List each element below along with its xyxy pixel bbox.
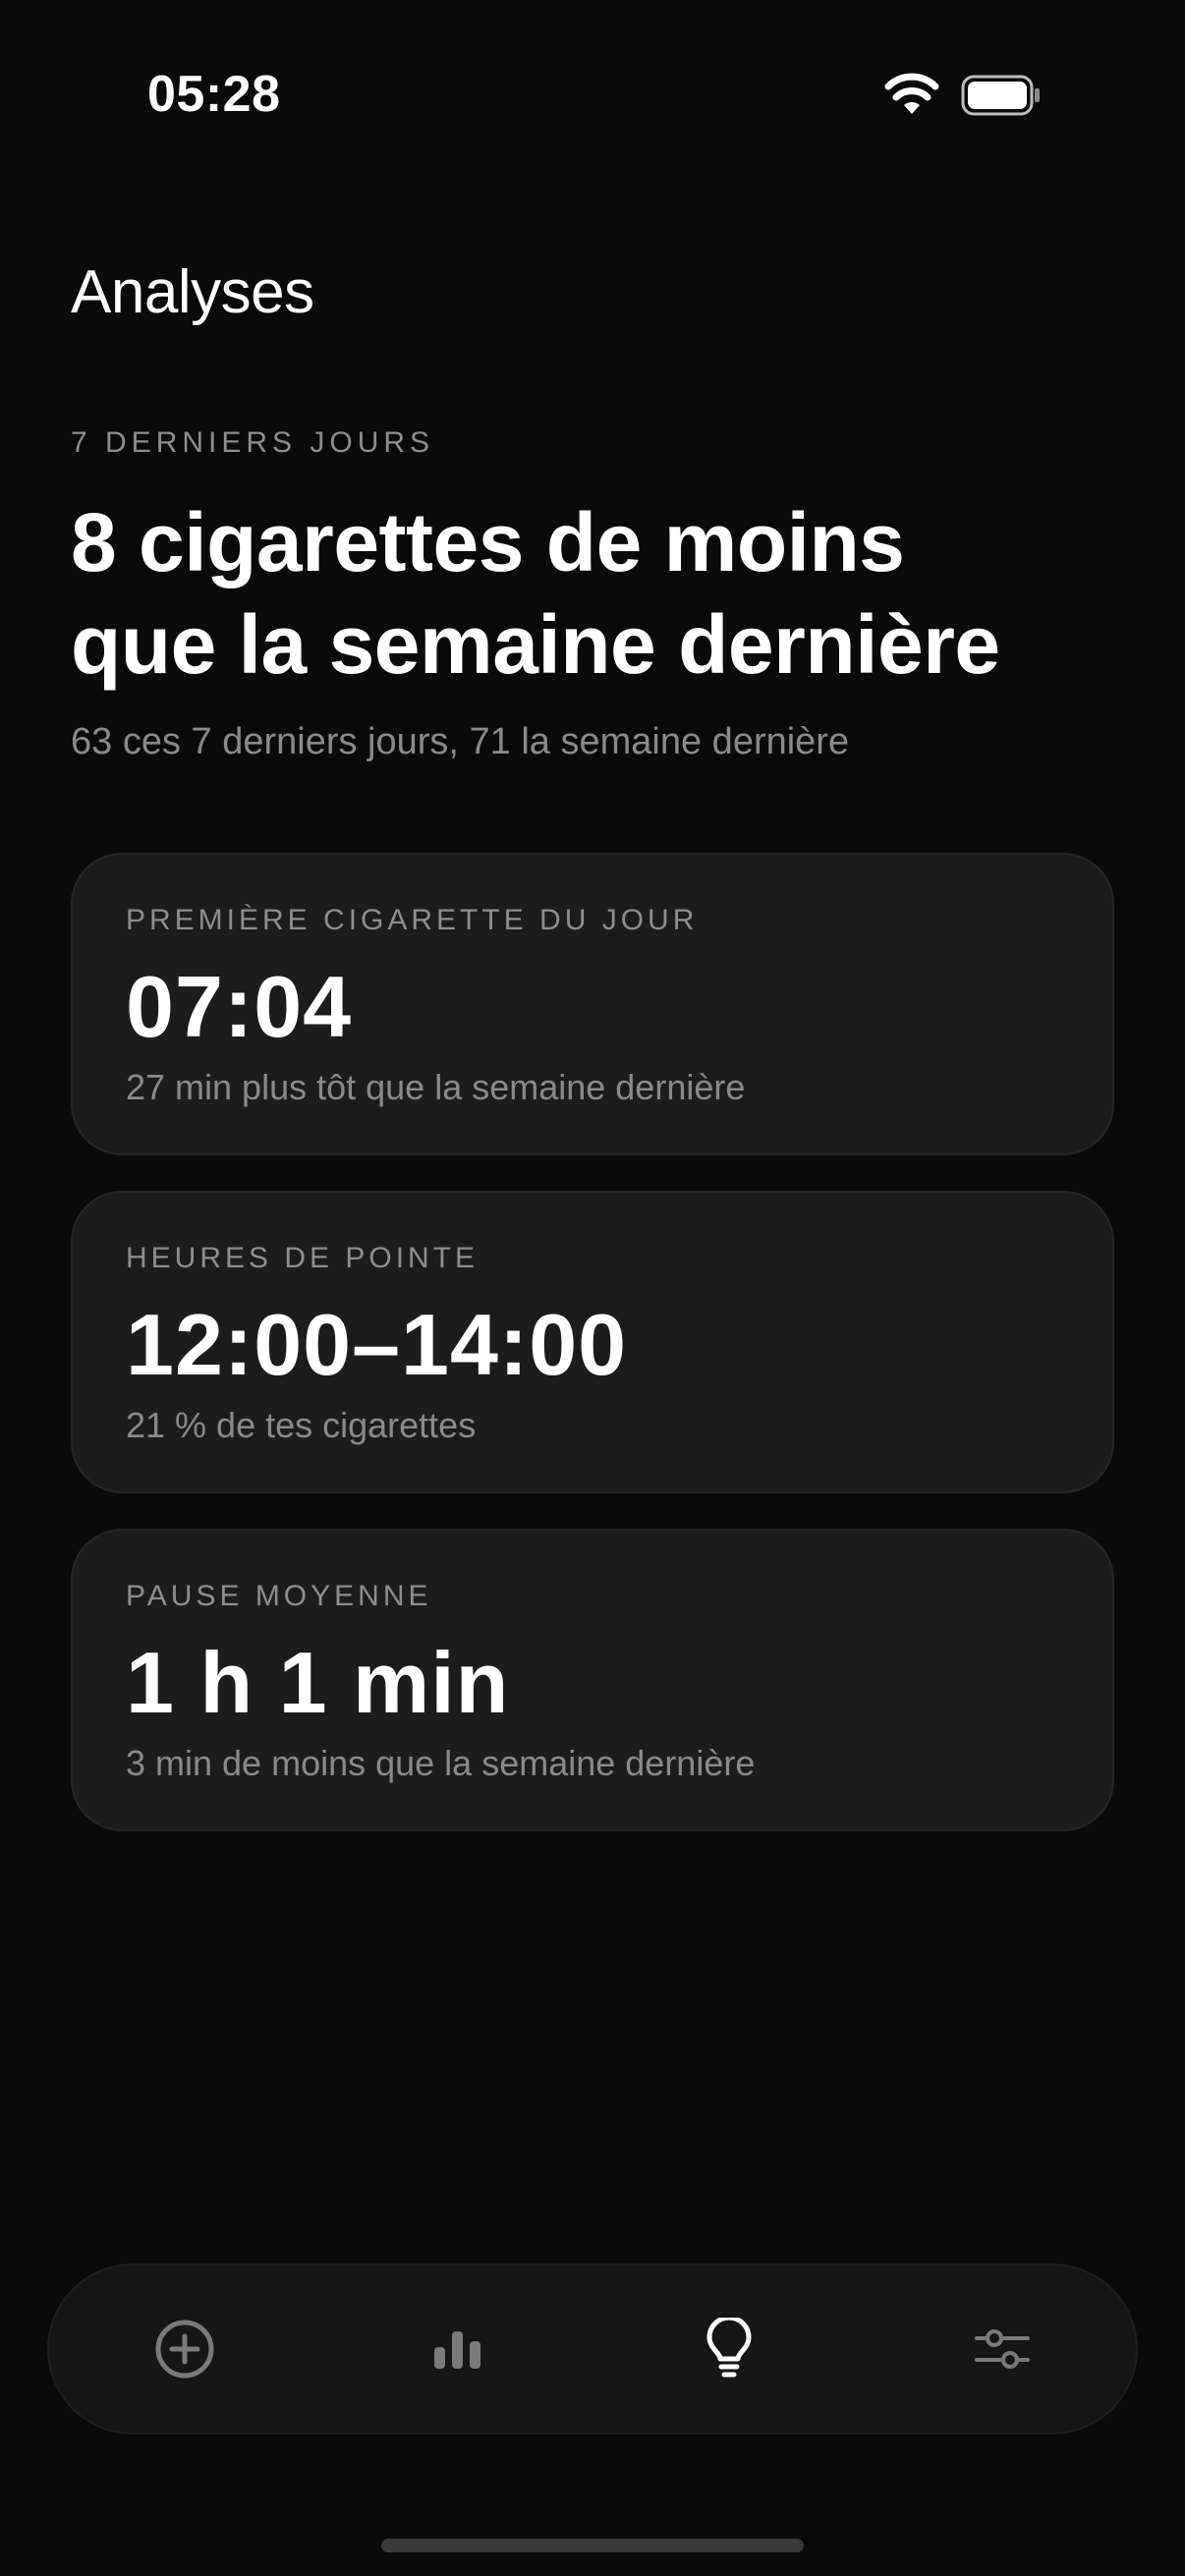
card-description: 21 % de tes cigarettes	[126, 1405, 477, 1445]
wifi-icon	[884, 73, 939, 114]
card-value: 07:04	[126, 958, 353, 1055]
card-label: PREMIÈRE CIGARETTE DU JOUR	[126, 904, 699, 936]
card-average-break: PAUSE MOYENNE 1 h 1 min 3 min de moins q…	[71, 1529, 1114, 1831]
tab-bar	[47, 2264, 1138, 2435]
lightbulb-icon	[706, 2318, 752, 2378]
card-description: 27 min plus tôt que la semaine dernière	[126, 1067, 746, 1107]
status-bar: 05:28	[0, 0, 1185, 196]
summary-headline-line1: 8 cigarettes de moins	[71, 496, 905, 588]
status-time: 05:28	[147, 66, 281, 123]
card-label: HEURES DE POINTE	[126, 1242, 480, 1274]
home-indicator[interactable]	[381, 2539, 804, 2552]
tab-settings[interactable]	[933, 2266, 1071, 2433]
summary-headline-line2: que la semaine dernière	[71, 598, 1000, 691]
card-first-cigarette: PREMIÈRE CIGARETTE DU JOUR 07:04 27 min …	[71, 853, 1114, 1155]
card-value: 1 h 1 min	[126, 1634, 510, 1731]
plus-circle-icon	[155, 2320, 214, 2379]
card-description: 3 min de moins que la semaine dernière	[126, 1743, 756, 1783]
battery-icon	[961, 75, 1040, 116]
tab-stats[interactable]	[389, 2266, 527, 2433]
summary-period-label: 7 DERNIERS JOURS	[71, 426, 435, 459]
tab-insights[interactable]	[660, 2266, 798, 2433]
card-label: PAUSE MOYENNE	[126, 1580, 432, 1612]
sliders-icon	[975, 2329, 1030, 2369]
summary-subline: 63 ces 7 derniers jours, 71 la semaine d…	[71, 721, 850, 762]
card-peak-hours: HEURES DE POINTE 12:00–14:00 21 % de tes…	[71, 1191, 1114, 1493]
bar-chart-icon	[434, 2331, 480, 2369]
summary-headline: 8 cigarettes de moins que la semaine der…	[71, 491, 1132, 696]
card-value: 12:00–14:00	[126, 1296, 628, 1393]
page-title: Analyses	[71, 258, 314, 326]
tab-add[interactable]	[116, 2266, 254, 2433]
